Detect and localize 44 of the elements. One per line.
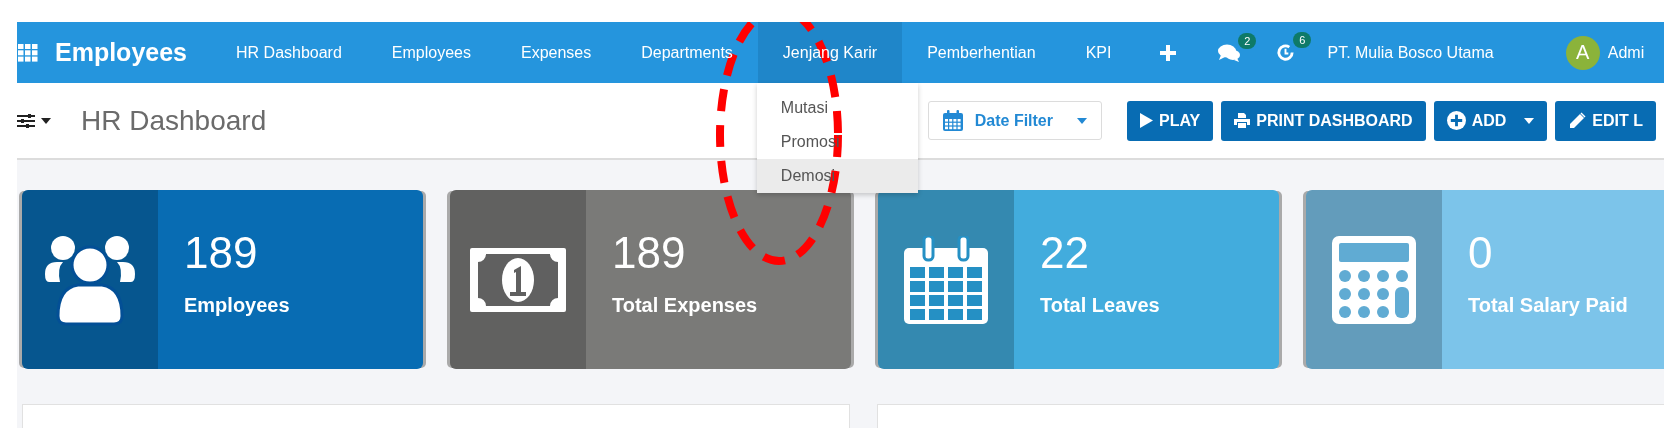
toolbar-button[interactable]: EDIT L (1555, 100, 1656, 141)
stat-label: Employees (184, 294, 290, 317)
pencil-icon (1568, 111, 1587, 130)
caret-icon (41, 117, 51, 124)
calendar-icon (942, 110, 963, 131)
calendar-icon (904, 235, 988, 324)
menu-item[interactable]: Mutasi (756, 91, 918, 125)
plus-icon[interactable] (1160, 44, 1177, 61)
plus-circle-icon (1446, 111, 1466, 130)
stat-label: Total Leaves (1040, 294, 1160, 317)
stat-value: 0 (1468, 228, 1494, 278)
stat-value: 189 (184, 228, 259, 278)
stat-value: 22 (1040, 228, 1090, 278)
notification-badge: 2 (1238, 32, 1257, 49)
date-filter-button[interactable]: Date Filter (927, 101, 1102, 140)
toolbar-button[interactable]: PLAY (1127, 100, 1214, 141)
nav-item[interactable]: HR Dashboard (211, 22, 367, 83)
stat-label: Total Salary Paid (1468, 294, 1628, 317)
nav-item[interactable]: Employees (366, 22, 496, 83)
clock-icon[interactable] (1276, 43, 1296, 62)
users-icon (44, 233, 136, 326)
page-title: HR Dashboard (81, 104, 267, 137)
nav-item[interactable]: KPI (1060, 22, 1137, 83)
nav-item[interactable]: Pemberhentian (902, 22, 1061, 83)
banknote-icon (470, 247, 566, 312)
user-name[interactable]: Admi (1607, 43, 1645, 62)
toolbar-button[interactable]: PRINT DASHBOARD (1221, 100, 1426, 141)
play-icon (1140, 113, 1153, 128)
calculator-icon (1332, 235, 1416, 324)
company-name[interactable]: PT. Mulia Bosco Utama (1327, 43, 1494, 62)
caret-icon (1077, 117, 1087, 124)
apps-grid-icon[interactable] (18, 43, 38, 62)
notification-badge: 6 (1293, 32, 1312, 48)
printer-icon (1234, 113, 1251, 128)
app-title: Employees (55, 38, 187, 67)
chat-icon[interactable] (1218, 43, 1241, 62)
nav-item[interactable]: Departments (616, 22, 758, 83)
nav-item[interactable]: Expenses (496, 22, 617, 83)
stat-label: Total Expenses (612, 294, 758, 317)
toolbar-button[interactable]: ADD (1433, 100, 1548, 141)
stat-value: 189 (612, 228, 687, 278)
sliders-icon[interactable] (17, 113, 35, 128)
caret-icon (1524, 117, 1535, 124)
user-avatar[interactable]: A (1565, 35, 1600, 70)
